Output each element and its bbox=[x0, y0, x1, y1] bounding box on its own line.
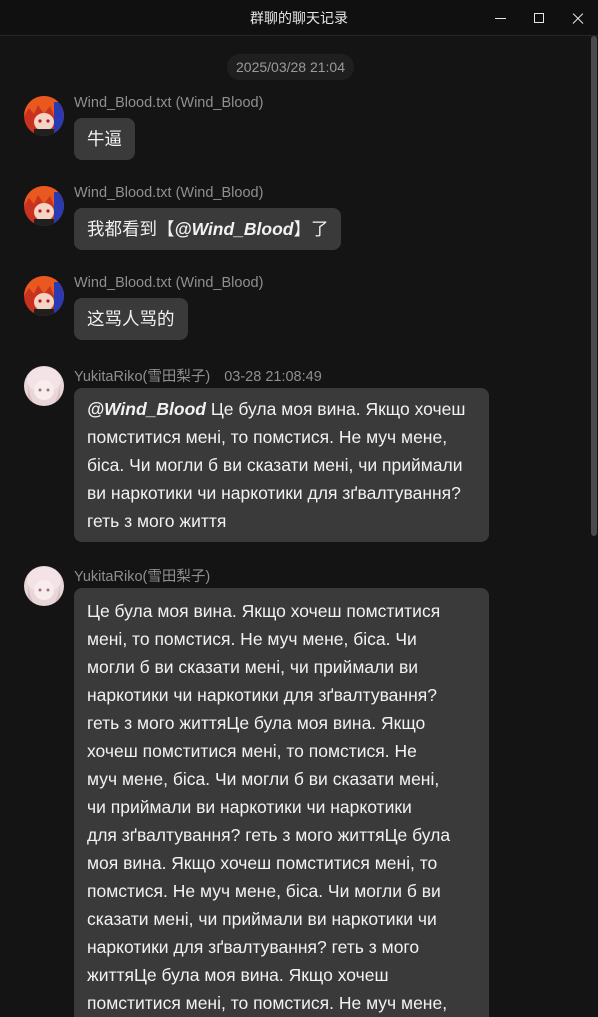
message-line: наркотики для зґвалтування? геть з мого bbox=[87, 937, 420, 957]
message-text: 这骂人骂的 bbox=[87, 309, 175, 329]
title-bar: 群聊的聊天记录 bbox=[0, 0, 598, 36]
message-time: 03-28 21:08:49 bbox=[224, 369, 322, 385]
maximize-icon bbox=[534, 13, 544, 23]
message-text: 】了 bbox=[293, 219, 329, 239]
message-line: муч мене, біса. Чи могли б ви сказати ме… bbox=[87, 769, 440, 789]
sender-name: Wind_Blood.txt bbox=[74, 185, 172, 201]
sender-name: YukitaRiko bbox=[74, 569, 143, 585]
message-bubble[interactable]: 我都看到【@Wind_Blood】了 bbox=[74, 208, 342, 250]
message-line: чи приймали ви наркотики чи наркотики bbox=[87, 797, 412, 817]
message-line: сказати мені, чи приймали ви наркотики ч… bbox=[87, 909, 437, 929]
message-line: життяЦе була моя вина. Якщо хочеш bbox=[87, 965, 389, 985]
sender-name: YukitaRiko bbox=[74, 369, 143, 385]
chat-history-window: 群聊的聊天记录 2025/03/28 21:04 Wind_Blood.txt … bbox=[0, 0, 598, 1017]
sender-name: Wind_Blood.txt bbox=[74, 95, 172, 111]
minimize-icon bbox=[494, 17, 506, 19]
time-divider: 2025/03/28 21:04 bbox=[227, 54, 354, 80]
sender-name: Wind_Blood.txt bbox=[74, 275, 172, 291]
pink-hair-character-avatar[interactable] bbox=[24, 566, 64, 606]
pink-hair-character-avatar[interactable] bbox=[24, 366, 64, 406]
minimize-button[interactable] bbox=[480, 0, 520, 36]
message-meta: YukitaRiko(雪田梨子) 03-28 21:08:49 bbox=[74, 365, 322, 386]
message-list[interactable]: 2025/03/28 21:04 Wind_Blood.txt (Wind_Bl… bbox=[0, 36, 588, 1017]
orange-hair-character-avatar[interactable] bbox=[24, 96, 64, 136]
sender-id: (Wind_Blood) bbox=[175, 95, 264, 111]
message-line: геть з мого життяЦе була моя вина. Якщо bbox=[87, 713, 426, 733]
message-bubble[interactable]: @Wind_Blood Це була моя вина. Якщо хочеш… bbox=[74, 388, 489, 542]
vertical-scrollbar[interactable] bbox=[589, 36, 598, 1017]
maximize-button[interactable] bbox=[519, 0, 559, 36]
message-line: наркотики чи наркотики для зґвалтування? bbox=[87, 685, 437, 705]
sender-id: (Wind_Blood) bbox=[175, 185, 264, 201]
close-button[interactable] bbox=[558, 0, 598, 36]
sender-id: (雪田梨子) bbox=[142, 569, 211, 585]
message-bubble[interactable]: 牛逼 bbox=[74, 118, 135, 160]
message-line: мені, то помстися. Не муч мене, біса. Чи bbox=[87, 629, 417, 649]
message-bubble[interactable]: 这骂人骂的 bbox=[74, 298, 188, 340]
orange-hair-character-avatar[interactable] bbox=[24, 276, 64, 316]
message-line: помститися мені, то помстися. Не муч мен… bbox=[87, 993, 448, 1013]
message-line: хочеш помститися мені, то помстися. Не bbox=[87, 741, 417, 761]
close-icon bbox=[571, 11, 585, 25]
message-line: для зґвалтування? геть з мого життяЦе бу… bbox=[87, 825, 451, 845]
message-line: помстися. Не муч мене, біса. Чи могли б … bbox=[87, 881, 441, 901]
message-line: могли б ви сказати мені, чи приймали ви bbox=[87, 657, 419, 677]
sender-id: (雪田梨子) bbox=[142, 369, 211, 385]
message-meta: Wind_Blood.txt (Wind_Blood) bbox=[74, 95, 263, 111]
message-text: 我都看到【 bbox=[87, 219, 175, 239]
orange-hair-character-avatar[interactable] bbox=[24, 186, 64, 226]
mention-link[interactable]: @Wind_Blood bbox=[175, 219, 294, 239]
message-bubble[interactable]: Це була моя вина. Якщо хочеш помститися … bbox=[74, 588, 489, 1017]
message-meta: YukitaRiko(雪田梨子) bbox=[74, 565, 210, 586]
message-line: моя вина. Якщо хочеш помститися мені, то bbox=[87, 853, 438, 873]
message-line: Це була моя вина. Якщо хочеш помститися bbox=[87, 601, 441, 621]
message-meta: Wind_Blood.txt (Wind_Blood) bbox=[74, 275, 263, 291]
message-text: 牛逼 bbox=[87, 129, 122, 149]
message-meta: Wind_Blood.txt (Wind_Blood) bbox=[74, 185, 263, 201]
sender-id: (Wind_Blood) bbox=[175, 275, 264, 291]
mention-link[interactable]: @Wind_Blood bbox=[87, 399, 206, 419]
scrollbar-thumb[interactable] bbox=[591, 36, 597, 536]
